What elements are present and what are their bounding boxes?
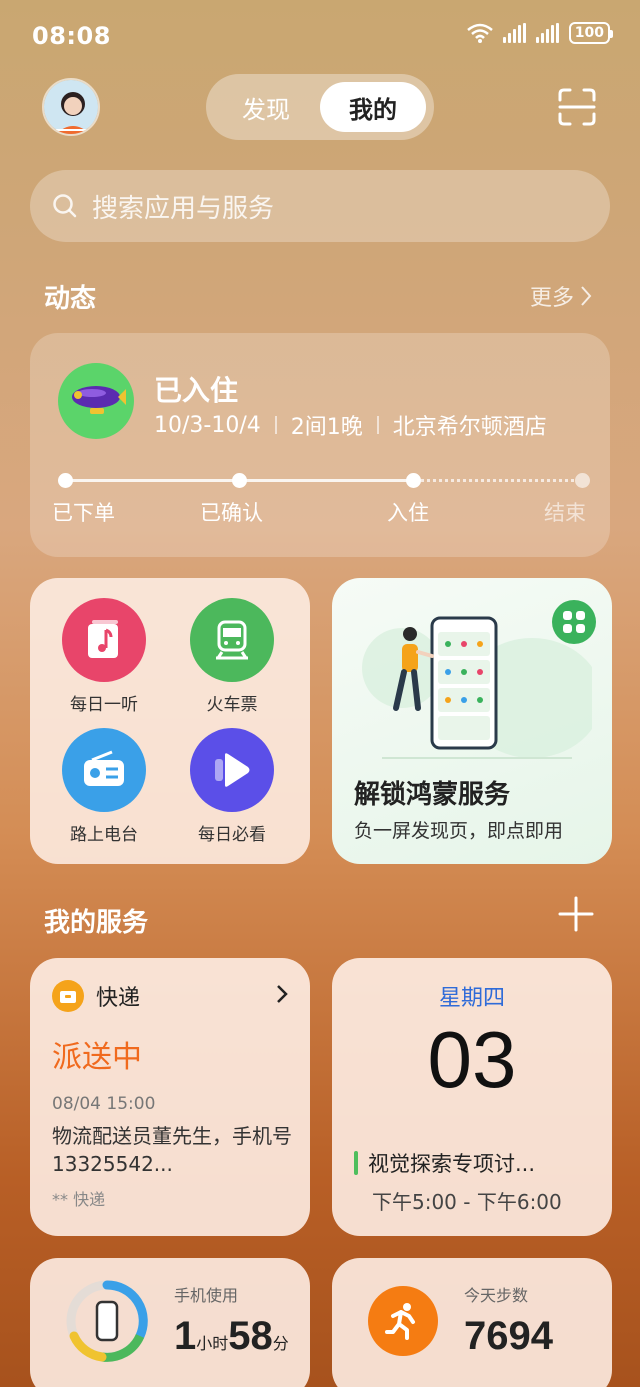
tab-discover[interactable]: 发现 [216,82,316,132]
event-color-bar [354,1151,358,1175]
tab-mine[interactable]: 我的 [320,82,426,132]
usage-hours-unit: 小时 [196,1336,229,1353]
section-title-services: 我的服务 [44,908,149,938]
delivery-desc: 物流配送员董先生，手机号13325542... [52,1124,292,1176]
status-time: 08:08 [32,22,111,50]
play-icon [190,728,274,812]
signal-icon-2 [535,23,559,43]
stage-confirmed: 已确认 [200,501,263,525]
express-card[interactable]: 快递 派送中 08/04 15:00 物流配送员董先生，手机号13325542.… [30,958,310,1236]
phone-usage-card[interactable]: 手机使用 1小时58分 [30,1258,310,1387]
running-icon [368,1286,438,1356]
search-bar[interactable]: 搜索应用与服务 [30,170,610,242]
airship-icon [58,363,134,439]
app-daily-watch[interactable]: 每日必看 [172,728,292,845]
more-link[interactable]: 更多 [530,280,592,312]
progress-pending-line [414,479,574,482]
app-road-radio[interactable]: 路上电台 [44,728,164,845]
promo-subtitle: 负一屏发现页，即点即用 [354,820,564,842]
trip-hotel: 北京希尔顿酒店 [392,415,547,440]
hotel-trip-card[interactable]: 已入住 10/3-10/4 2间1晚 北京希尔顿酒店 已下单 已确认 入住 结束 [30,333,610,557]
delivery-source: ** 快递 [52,1190,106,1209]
trip-status-title: 已入住 [154,374,239,407]
chevron-right-icon[interactable] [276,984,288,1010]
signal-icon [502,23,526,43]
delivery-status: 派送中 [52,1040,142,1075]
stage-dot [575,473,590,488]
app-label: 火车票 [206,695,258,715]
wifi-icon [466,23,493,43]
delivery-time: 08/04 15:00 [52,1094,156,1114]
avatar[interactable] [42,78,100,136]
divider [376,416,379,434]
calendar-day: 03 [427,1015,517,1104]
status-icons: 100 [466,22,614,44]
apps-grid-icon [552,600,596,644]
section-title-dynamics: 动态 [44,284,97,314]
scan-icon[interactable] [558,88,596,126]
usage-ring-icon [66,1280,148,1362]
trip-dates: 10/3-10/4 [154,412,261,438]
usage-minutes-unit: 分 [272,1336,289,1353]
search-placeholder: 搜索应用与服务 [92,193,275,224]
search-icon [53,194,77,218]
stage-dot [232,473,247,488]
usage-label: 手机使用 [174,1286,239,1305]
express-name: 快递 [96,986,141,1011]
package-icon [52,980,84,1012]
more-label: 更多 [529,286,574,311]
stage-ordered: 已下单 [52,501,115,525]
progress-track [58,473,590,488]
usage-hours: 1 [174,1314,197,1358]
steps-label: 今天步数 [464,1286,529,1305]
music-icon [62,598,146,682]
trip-rooms: 2间1晚 [290,415,363,440]
usage-minutes: 58 [228,1314,273,1358]
app-daily-listen[interactable]: 每日一听 [44,598,164,715]
battery-icon: 100 [568,22,614,44]
stage-dot [58,473,73,488]
app-train-ticket[interactable]: 火车票 [172,598,292,715]
calendar-event: 视觉探索专项讨... [354,1148,535,1178]
train-icon [190,598,274,682]
quick-apps-card: 每日一听 火车票 路上电台 每日必看 [30,578,310,864]
usage-value: 1小时58分 [174,1314,289,1359]
app-label: 每日必看 [198,825,266,845]
steps-value: 7694 [464,1314,553,1358]
calendar-weekday: 星期四 [438,986,505,1011]
stage-dot [406,473,421,488]
calendar-card[interactable]: 星期四 03 视觉探索专项讨... 下午5:00 - 下午6:00 [332,958,612,1236]
app-label: 路上电台 [70,825,138,845]
app-label: 每日一听 [70,695,138,715]
event-time: 下午5:00 - 下午6:00 [372,1190,562,1214]
steps-card[interactable]: 今天步数 7694 [332,1258,612,1387]
chevron-right-icon [581,286,592,306]
radio-icon [62,728,146,812]
trip-info: 10/3-10/4 2间1晚 北京希尔顿酒店 [154,409,547,441]
harmony-services-promo[interactable]: 解锁鸿蒙服务 负一屏发现页，即点即用 [332,578,612,864]
divider [274,416,277,434]
promo-title: 解锁鸿蒙服务 [354,780,511,810]
add-icon[interactable] [558,896,594,932]
tab-switcher: 发现 我的 [206,74,434,140]
stage-end: 结束 [544,501,586,525]
event-title: 视觉探索专项讨... [368,1152,536,1176]
stage-checkin: 入住 [387,501,429,525]
